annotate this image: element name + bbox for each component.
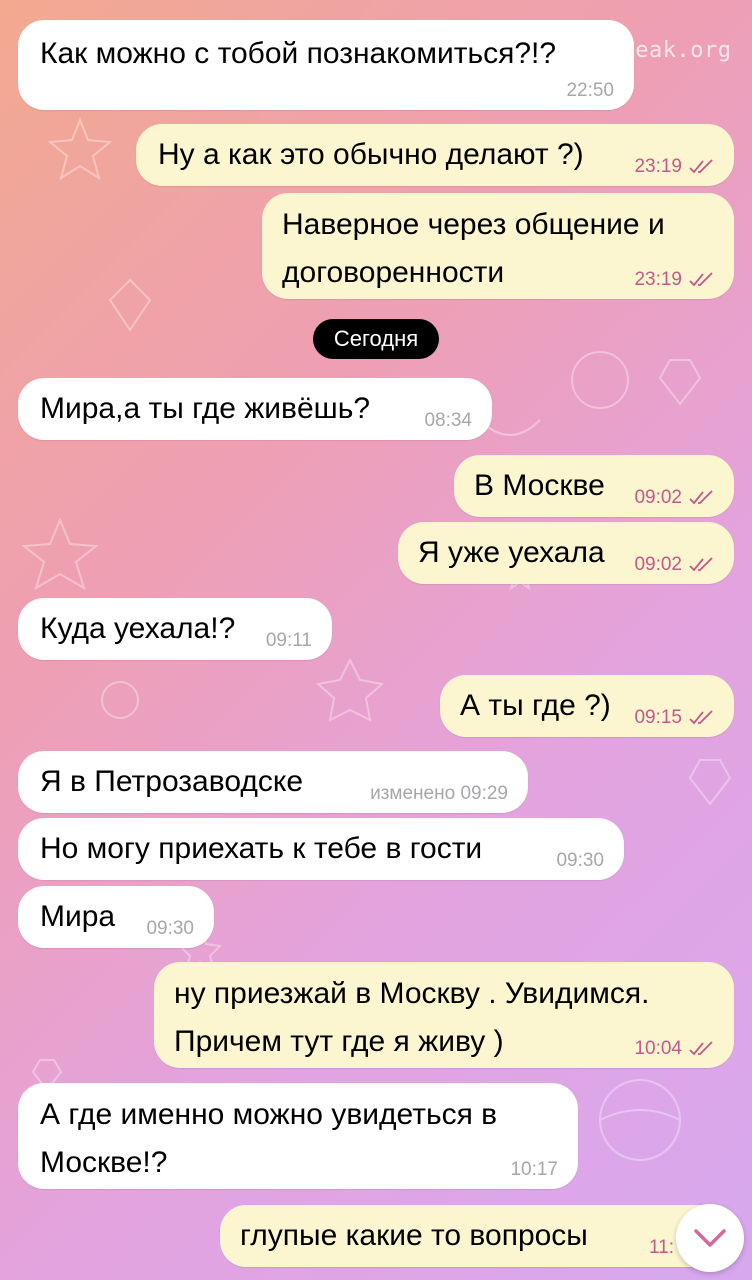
message-meta: 09:02 <box>634 554 714 576</box>
double-check-icon <box>689 1041 713 1056</box>
message-meta: 09:02 <box>634 487 714 509</box>
message-meta: 22:50 <box>566 80 614 102</box>
message-bubble-incoming[interactable]: А где именно можно увидеться в Москве!? … <box>18 1083 578 1189</box>
message-time: 10:17 <box>510 1159 558 1180</box>
message-bubble-outgoing[interactable]: глупые какие то вопросы 11: <box>220 1205 734 1267</box>
message-time: 09:30 <box>556 850 604 871</box>
message-time: 09:11 <box>265 630 312 651</box>
message-bubble-outgoing[interactable]: Ну а как это обычно делают ?) 23:19 <box>136 124 734 186</box>
message-time: 23:19 <box>634 269 682 290</box>
message-time: 09:02 <box>634 487 682 508</box>
message-bubble-incoming[interactable]: Мира,а ты где живёшь? 08:34 <box>18 378 492 440</box>
message-time: 09:02 <box>634 554 682 575</box>
message-bubble-outgoing[interactable]: Я уже уехала 09:02 <box>398 522 734 584</box>
message-text: А где именно можно увидеться в Москве!? <box>40 1098 498 1179</box>
message-meta: 10:17 <box>510 1159 558 1181</box>
message-time: 11: <box>648 1237 674 1258</box>
message-bubble-outgoing[interactable]: Наверное через общение и договоренности … <box>262 193 734 299</box>
message-meta: 09:11 <box>266 630 312 652</box>
message-time: 09:30 <box>146 918 194 939</box>
message-time: 22:50 <box>566 80 614 101</box>
double-check-icon <box>689 159 713 174</box>
message-time: 10:04 <box>634 1038 682 1059</box>
message-bubble-incoming[interactable]: Мира 09:30 <box>18 886 214 948</box>
double-check-icon <box>689 272 713 287</box>
message-bubble-outgoing[interactable]: А ты где ?) 09:15 <box>440 675 734 737</box>
message-meta: 10:04 <box>634 1038 714 1060</box>
message-meta: 11: <box>649 1237 674 1259</box>
message-bubble-incoming[interactable]: Но могу приехать к тебе в гости 09:30 <box>18 818 624 880</box>
message-meta: 23:19 <box>634 269 714 291</box>
message-time: изменено 09:29 <box>370 783 508 804</box>
message-meta: 09:30 <box>556 850 604 872</box>
message-bubble-incoming[interactable]: Куда уехала!? 09:11 <box>18 598 332 660</box>
message-meta: изменено 09:29 <box>370 783 508 805</box>
double-check-icon <box>689 490 713 505</box>
message-text: Мира,а ты где живёшь? <box>40 392 371 425</box>
double-check-icon <box>689 557 713 572</box>
message-time: 09:15 <box>634 707 682 728</box>
message-text: Ну а как это обычно делают ?) <box>158 138 584 171</box>
chevron-down-icon <box>694 1229 726 1247</box>
message-bubble-outgoing[interactable]: ну приезжай в Москву . Увидимся. Причем … <box>154 962 734 1068</box>
message-time: 08:34 <box>424 410 472 431</box>
message-text: глупые какие то вопросы <box>240 1219 588 1252</box>
message-bubble-incoming[interactable]: Как можно с тобой познакомиться?!? 22:50 <box>18 20 634 110</box>
message-text: ну приезжай в Москву . Увидимся. Причем … <box>174 977 650 1058</box>
scroll-to-bottom-button[interactable] <box>676 1204 744 1272</box>
message-meta: 09:15 <box>634 707 714 729</box>
message-time: 23:19 <box>634 156 682 177</box>
double-check-icon <box>689 710 713 725</box>
message-meta: 23:19 <box>634 156 714 178</box>
message-text: Как можно с тобой познакомиться?!? <box>40 37 557 70</box>
message-meta: 08:34 <box>424 410 472 432</box>
message-bubble-outgoing[interactable]: В Москве 09:02 <box>454 455 734 517</box>
date-divider: Сегодня <box>313 319 439 359</box>
message-bubble-incoming[interactable]: Я в Петрозаводске изменено 09:29 <box>18 751 528 813</box>
message-meta: 09:30 <box>146 918 194 940</box>
message-text: Но могу приехать к тебе в гости <box>40 832 483 865</box>
